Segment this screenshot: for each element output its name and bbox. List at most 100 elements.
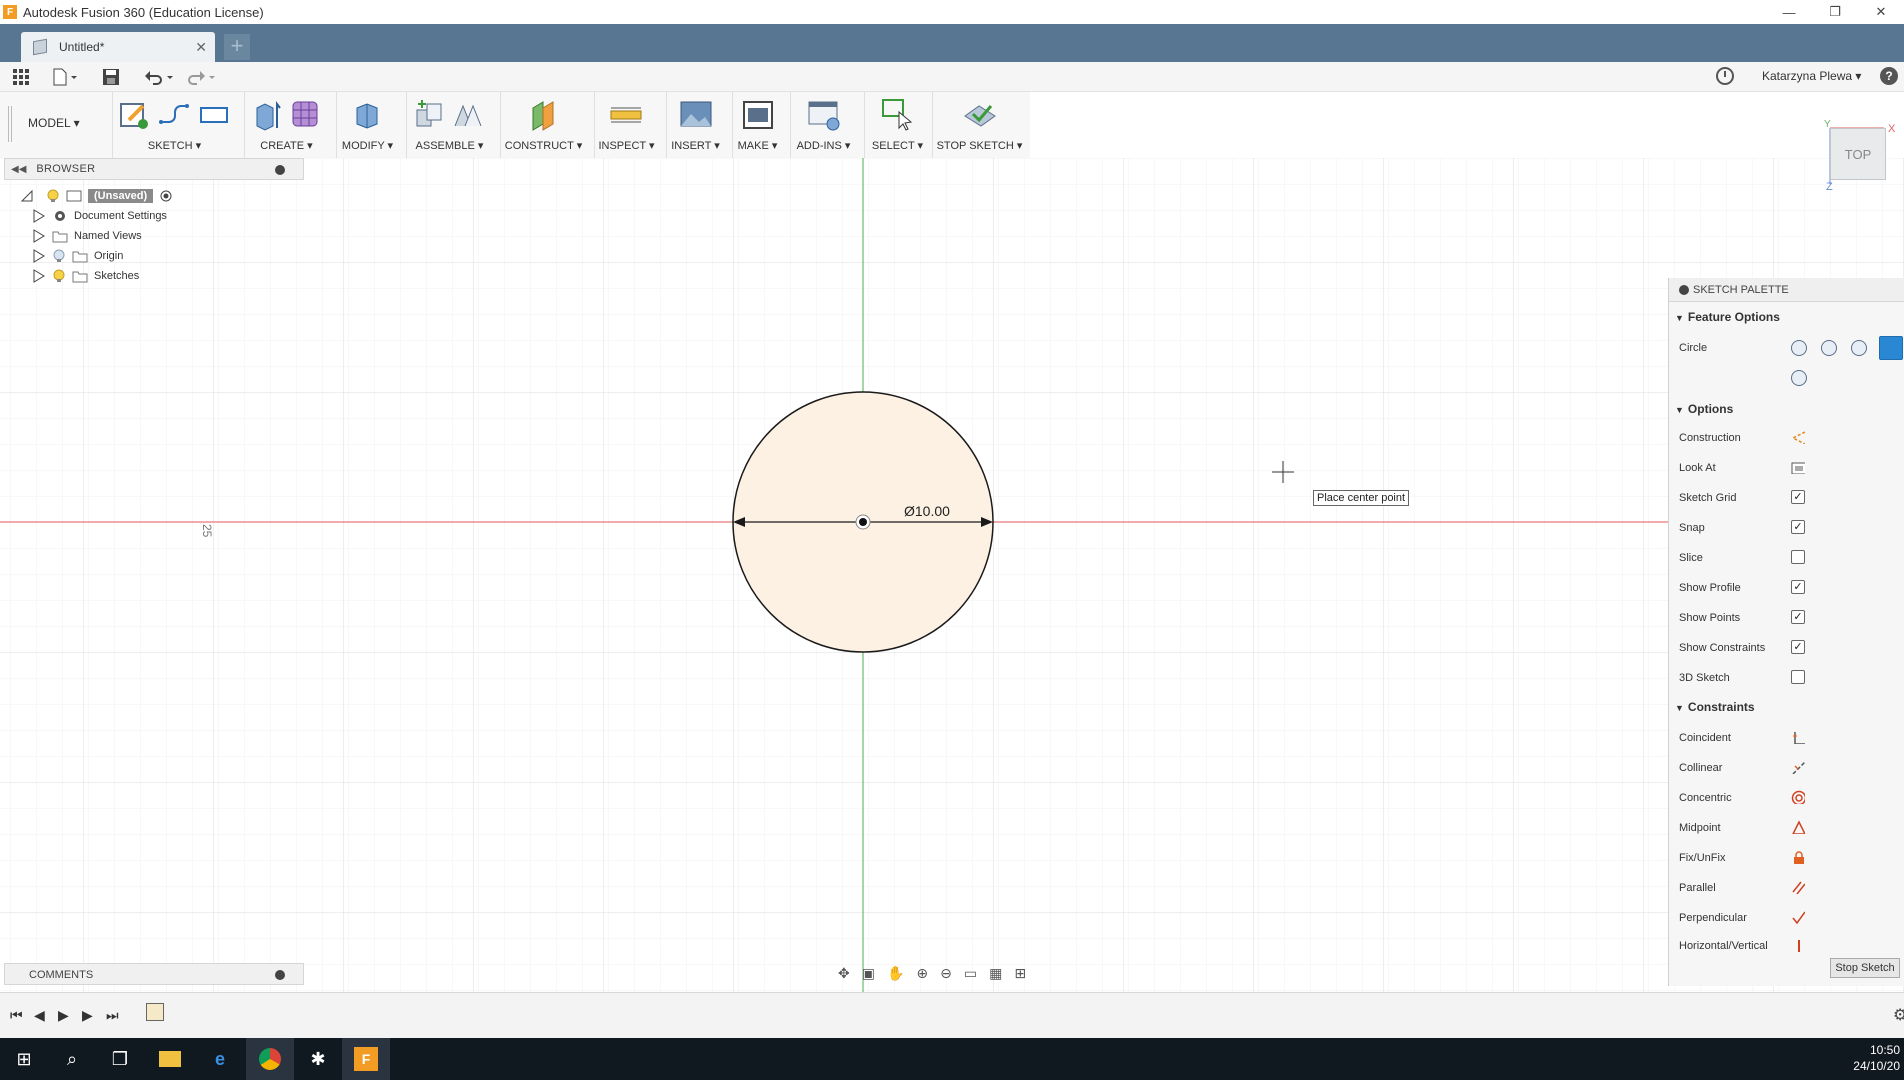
- select-icon[interactable]: [881, 98, 915, 132]
- grid-settings-icon[interactable]: ▦: [989, 965, 1002, 982]
- tangent-circle-icon[interactable]: [1879, 336, 1903, 360]
- construct-menu[interactable]: CONSTRUCT ▾: [501, 139, 586, 152]
- perpendicular-icon[interactable]: [1791, 910, 1805, 924]
- snap-checkbox[interactable]: ✓: [1791, 520, 1805, 534]
- file-explorer-icon[interactable]: [146, 1038, 194, 1080]
- workspace-switcher[interactable]: MODEL ▾: [28, 116, 112, 136]
- undo-icon[interactable]: [144, 68, 174, 86]
- offset-plane-icon[interactable]: [527, 98, 561, 132]
- activate-radio-icon[interactable]: [159, 189, 173, 203]
- inspect-menu[interactable]: INSPECT ▾: [595, 139, 658, 152]
- form-icon[interactable]: [289, 98, 323, 132]
- diameter-dimension-label[interactable]: Ø10.00: [904, 503, 950, 519]
- joint-icon[interactable]: [451, 98, 485, 132]
- browser-header[interactable]: ◀◀ BROWSER: [4, 158, 304, 180]
- task-view-icon[interactable]: ❐: [96, 1038, 144, 1080]
- feature-options-header[interactable]: Feature Options: [1675, 310, 1780, 324]
- insert-image-icon[interactable]: [679, 98, 713, 132]
- look-at-icon[interactable]: [1791, 460, 1805, 474]
- viewports-icon[interactable]: ⊞: [1014, 965, 1026, 982]
- close-window-button[interactable]: ✕: [1858, 0, 1904, 24]
- new-component-icon[interactable]: [413, 98, 447, 132]
- center-diameter-circle-icon[interactable]: [1791, 340, 1807, 356]
- collapse-triangle-icon[interactable]: [20, 189, 34, 203]
- options-header[interactable]: Options: [1675, 402, 1733, 416]
- save-icon[interactable]: [102, 68, 120, 86]
- fit-zoom-icon[interactable]: ⊖: [940, 965, 952, 982]
- slack-icon[interactable]: ✱: [294, 1038, 342, 1080]
- step-back-icon[interactable]: ◀: [34, 1007, 45, 1024]
- start-button-icon[interactable]: ⊞: [0, 1038, 48, 1080]
- expand-triangle-icon[interactable]: [32, 249, 46, 263]
- sketch-menu[interactable]: SKETCH ▾: [113, 139, 236, 152]
- edge-browser-icon[interactable]: e: [196, 1038, 244, 1080]
- timeline-sketch-feature[interactable]: [146, 1003, 164, 1021]
- toolbar-grip[interactable]: [8, 106, 12, 142]
- data-panel-grid-icon[interactable]: [12, 68, 30, 86]
- zoom-icon[interactable]: ⊕: [916, 965, 928, 982]
- play-icon[interactable]: ▶: [58, 1007, 69, 1024]
- create-sketch-icon[interactable]: [117, 98, 151, 132]
- comments-add-icon[interactable]: [275, 970, 285, 980]
- show-constraints-checkbox[interactable]: ✓: [1791, 640, 1805, 654]
- coincident-icon[interactable]: [1791, 730, 1805, 744]
- show-profile-checkbox[interactable]: ✓: [1791, 580, 1805, 594]
- finish-sketch-icon[interactable]: [963, 98, 997, 132]
- assemble-menu[interactable]: ASSEMBLE ▾: [407, 139, 492, 152]
- visibility-bulb-icon[interactable]: [52, 269, 66, 283]
- visibility-bulb-off-icon[interactable]: [52, 249, 66, 263]
- constraints-header[interactable]: Constraints: [1675, 700, 1755, 714]
- new-tab-button[interactable]: +: [224, 34, 250, 60]
- modify-menu[interactable]: MODIFY ▾: [337, 139, 398, 152]
- scripts-add-ins-icon[interactable]: [807, 98, 841, 132]
- three-point-circle-icon[interactable]: [1851, 340, 1867, 356]
- concentric-icon[interactable]: [1791, 790, 1805, 804]
- rectangle-icon[interactable]: [197, 98, 231, 132]
- browser-root-node[interactable]: (Unsaved): [20, 186, 173, 206]
- three-tangent-circle-icon[interactable]: [1791, 370, 1807, 386]
- lock-icon[interactable]: [1791, 850, 1805, 864]
- expand-triangle-icon[interactable]: [32, 269, 46, 283]
- 3d-sketch-checkbox[interactable]: [1791, 670, 1805, 684]
- browser-item-document-settings[interactable]: Document Settings: [32, 206, 167, 226]
- help-icon[interactable]: ?: [1880, 67, 1898, 85]
- midpoint-icon[interactable]: [1791, 820, 1805, 834]
- collapse-browser-icon[interactable]: ◀◀: [11, 164, 26, 175]
- file-menu-icon[interactable]: [52, 68, 80, 86]
- add-ins-menu[interactable]: ADD-INS ▾: [791, 139, 856, 152]
- select-menu[interactable]: SELECT ▾: [865, 139, 930, 152]
- close-tab-icon[interactable]: ✕: [195, 39, 207, 56]
- pan-hand-icon[interactable]: ✋: [887, 965, 904, 982]
- line-icon[interactable]: [157, 98, 191, 132]
- browser-item-sketches[interactable]: Sketches: [32, 266, 139, 286]
- viewcube[interactable]: TOP: [1830, 128, 1886, 180]
- step-forward-icon[interactable]: ▶: [82, 1007, 93, 1024]
- orbit-icon[interactable]: ✥: [838, 965, 850, 982]
- redo-icon[interactable]: [186, 68, 216, 86]
- look-at-nav-icon[interactable]: ▣: [862, 965, 875, 982]
- restore-button[interactable]: ❐: [1812, 0, 1858, 24]
- browser-item-named-views[interactable]: Named Views: [32, 226, 142, 246]
- display-settings-icon[interactable]: ▭: [964, 965, 977, 982]
- job-status-clock-icon[interactable]: [1716, 67, 1734, 85]
- user-account-menu[interactable]: Katarzyna Plewa ▾: [1762, 69, 1861, 83]
- measure-icon[interactable]: [609, 98, 643, 132]
- make-menu[interactable]: MAKE ▾: [733, 139, 782, 152]
- 3d-print-icon[interactable]: [741, 98, 775, 132]
- show-points-checkbox[interactable]: ✓: [1791, 610, 1805, 624]
- go-to-start-icon[interactable]: ⏮: [10, 1007, 23, 1024]
- stop-sketch-menu[interactable]: STOP SKETCH ▾: [933, 139, 1026, 152]
- slice-checkbox[interactable]: [1791, 550, 1805, 564]
- expand-triangle-icon[interactable]: [32, 229, 46, 243]
- stop-sketch-button[interactable]: Stop Sketch: [1830, 958, 1900, 978]
- fusion-taskbar-icon[interactable]: F: [342, 1038, 390, 1080]
- system-clock[interactable]: 10:50 24/10/20: [1853, 1042, 1900, 1074]
- visibility-bulb-icon[interactable]: [46, 189, 60, 203]
- search-icon[interactable]: ⌕: [48, 1038, 96, 1080]
- sketch-grid-checkbox[interactable]: ✓: [1791, 490, 1805, 504]
- construction-icon[interactable]: [1791, 430, 1805, 444]
- browser-minimize-icon[interactable]: [275, 165, 285, 175]
- create-menu[interactable]: CREATE ▾: [245, 139, 328, 152]
- document-tab[interactable]: Untitled* ✕: [21, 32, 215, 62]
- sketch-palette-header[interactable]: SKETCH PALETTE: [1669, 278, 1904, 302]
